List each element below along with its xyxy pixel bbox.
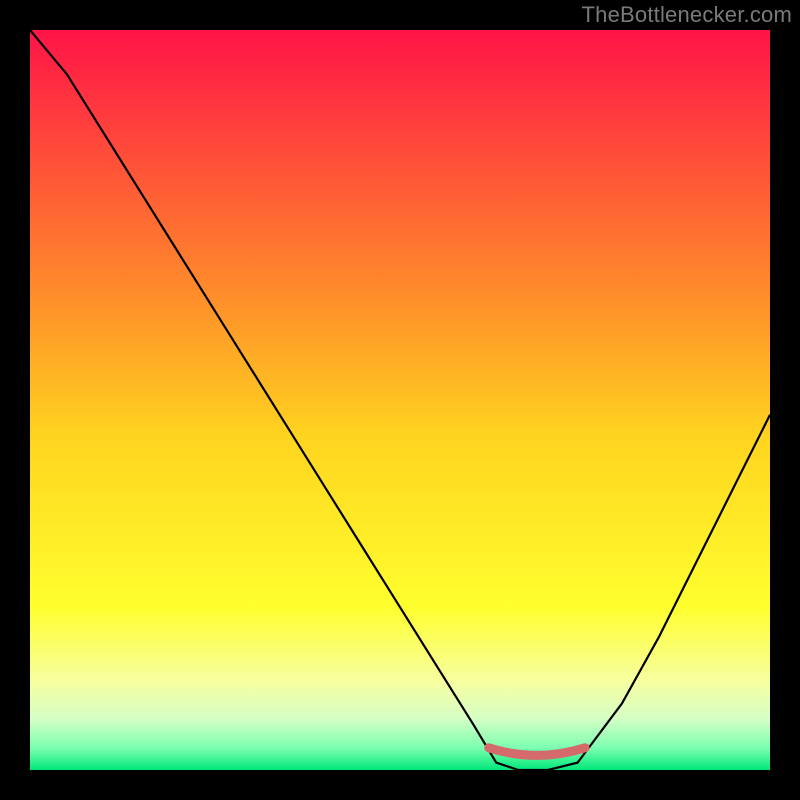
gradient-background [30,30,770,770]
attribution-label: TheBottlenecker.com [582,2,792,28]
bottleneck-chart [30,30,770,770]
chart-frame: TheBottlenecker.com [0,0,800,800]
